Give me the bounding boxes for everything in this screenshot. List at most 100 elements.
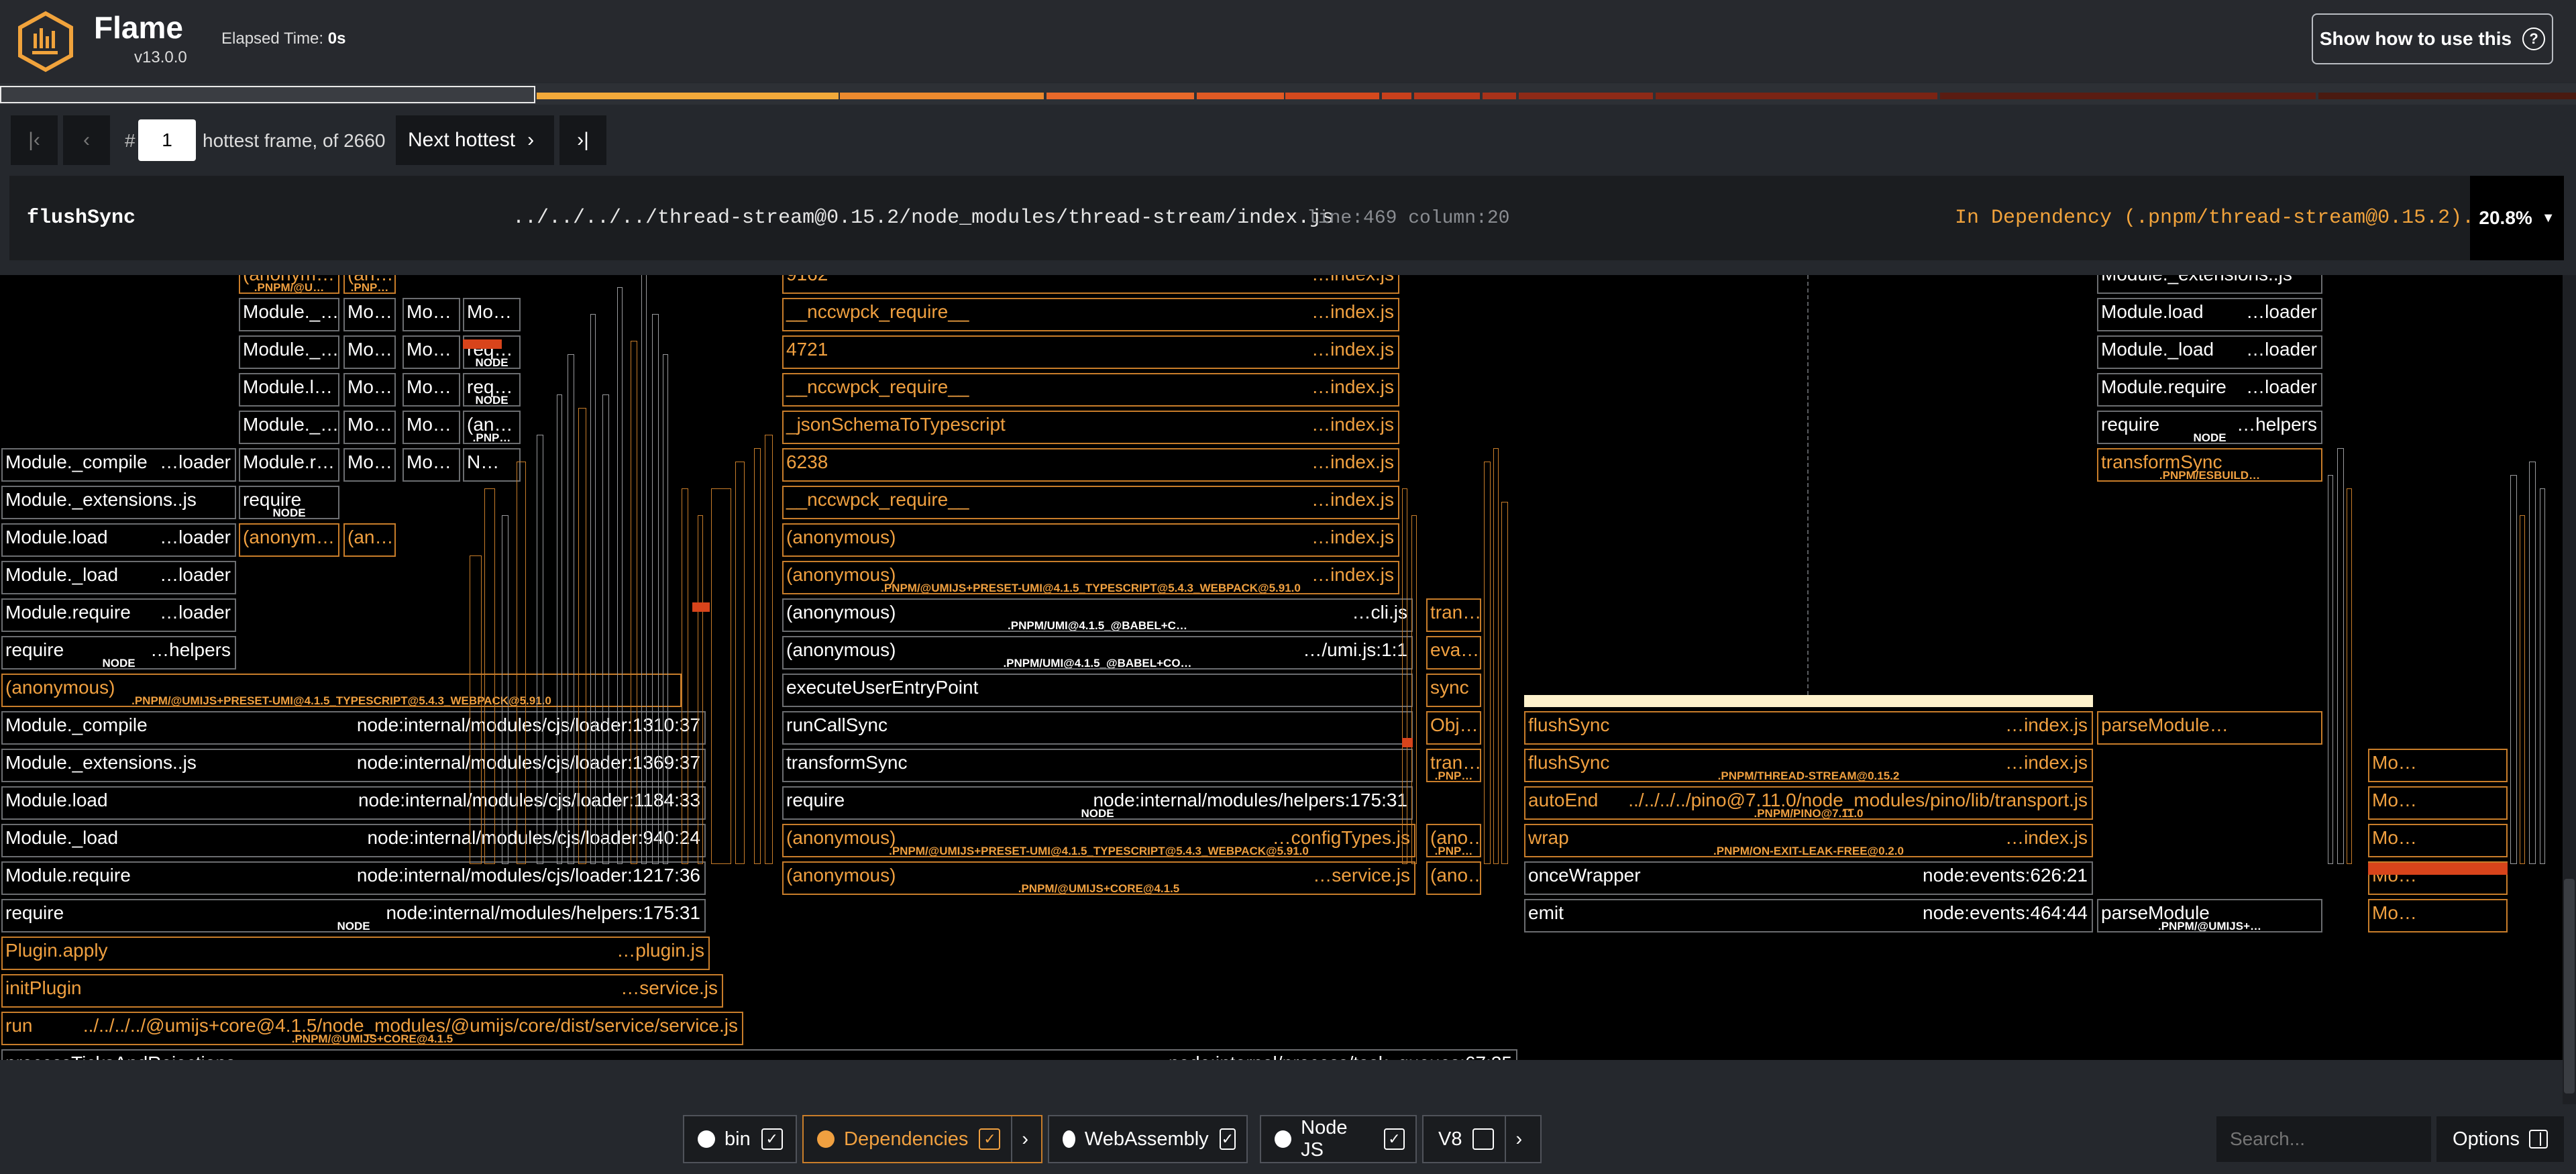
flame-frame[interactable]: Module._extensions..js node:internal/modu… (1, 749, 706, 782)
hotness-viewport-thumb[interactable] (0, 86, 535, 103)
thin-stack-frame[interactable] (2510, 475, 2517, 864)
flame-frame[interactable]: __nccwpck_require__ …index.js (782, 298, 1399, 331)
flame-frame[interactable]: (an….PNP… (343, 275, 396, 294)
flame-frame[interactable]: Mo… (343, 335, 396, 369)
flame-frame[interactable]: onceWrapper node:events:626:21 (1524, 861, 2093, 895)
flame-frame[interactable]: Module._… (239, 411, 339, 444)
flame-frame[interactable]: parseModule… (2097, 711, 2322, 745)
flame-frame[interactable]: Mo… (463, 298, 521, 331)
thin-stack-frame[interactable] (484, 488, 495, 864)
flame-frame[interactable]: (anonymous) …cli.js .PNPM/UMI@4.1.5_@BABEL… (782, 598, 1413, 632)
checkbox-unchecked-icon[interactable] (1472, 1128, 1495, 1150)
thin-stack-frame[interactable] (754, 448, 761, 864)
first-frame-button[interactable]: |‹ (11, 115, 58, 165)
flame-frame[interactable]: (anonymous) …service.js .PNPM/@UMIJS+CORE@… (782, 861, 1415, 895)
flame-frame[interactable]: __nccwpck_require__ …index.js (782, 486, 1399, 519)
thin-stack-frame[interactable] (1493, 448, 1499, 864)
flame-frame[interactable]: sync (1426, 674, 1481, 707)
hot-frame-marker[interactable] (1402, 738, 1413, 747)
flame-frame[interactable]: Mo… (2368, 786, 2508, 820)
flame-frame[interactable]: Mo… (343, 411, 396, 444)
flame-frame[interactable]: Module._… (239, 335, 339, 369)
thin-stack-frame[interactable] (711, 488, 731, 864)
flame-frame[interactable]: transformSync (782, 749, 1413, 782)
flame-frame[interactable]: Mo… (343, 298, 396, 331)
percent-dropdown[interactable]: 20.8% ▼ (2470, 176, 2564, 260)
flame-frame[interactable]: Module._extensions..js (1, 486, 236, 519)
flame-frame[interactable]: Module.load node:internal/modules/cjs/loa… (1, 786, 706, 820)
hotness-strip[interactable] (0, 83, 2576, 105)
filter-webassembly[interactable]: WebAssembly ✓ (1048, 1115, 1248, 1163)
flamegraph-scrollbar[interactable] (2563, 275, 2576, 1104)
flame-frame[interactable]: (anonymous) …configTypes.js .PNPM/@UMIJS+P… (782, 824, 1415, 857)
selected-frame-highlight[interactable] (1524, 695, 2093, 707)
thin-stack-frame[interactable] (1484, 462, 1491, 864)
previous-frame-button[interactable]: ‹ (63, 115, 110, 165)
flame-frame[interactable]: Module._load …loader (1, 561, 236, 594)
thin-stack-frame[interactable] (578, 408, 586, 864)
flame-frame[interactable]: Module.require node:internal/modules/cjs/… (1, 861, 706, 895)
flame-frame[interactable]: (ano… (1426, 861, 1481, 895)
flame-frame[interactable]: runCallSync (782, 711, 1413, 745)
flame-frame[interactable]: __nccwpck_require__ …index.js (782, 373, 1399, 407)
thin-stack-frame[interactable] (517, 462, 526, 864)
thin-stack-frame[interactable] (568, 354, 574, 864)
flame-frame[interactable]: Module._compile node:internal/modules/cjs… (1, 711, 706, 745)
flame-frame[interactable]: wrap …index.js .PNPM/ON-EXIT-LEAK-FREE@0.2… (1524, 824, 2093, 857)
flame-frame[interactable]: autoEnd ../../../../pino@7.11.0/node_modu… (1524, 786, 2093, 820)
thin-stack-frame[interactable] (652, 314, 659, 864)
flame-frame[interactable]: (anonymous) …/umi.js:1:1 .PNPM/UMI@4.1.5_@… (782, 636, 1413, 670)
thin-stack-frame[interactable] (641, 275, 647, 864)
flamegraph[interactable]: Module._load …loader Module.require …loader… (0, 275, 2576, 1060)
last-frame-button[interactable]: ›| (559, 115, 606, 165)
search-input[interactable] (2216, 1116, 2431, 1162)
flame-frame[interactable]: require node:internal/modules/helpers:175… (782, 786, 1413, 820)
thin-stack-frame[interactable] (617, 287, 623, 864)
flame-frame[interactable]: executeUserEntryPoint (782, 674, 1413, 707)
flame-frame[interactable]: tran… .PNP… (1426, 749, 1481, 782)
flame-frame[interactable]: Plugin.apply …plugin.js (1, 937, 710, 970)
checkbox-checked-icon[interactable]: ✓ (979, 1128, 1001, 1150)
flame-frame[interactable]: Module._load node:internal/modules/cjs/lo… (1, 824, 706, 857)
flame-frame[interactable]: Module.load …loader (2097, 298, 2322, 331)
flame-frame[interactable]: Mo… (2368, 749, 2508, 782)
flame-frame[interactable]: require…helpersNODE (1, 636, 236, 670)
options-button[interactable]: Options (2436, 1116, 2564, 1162)
flame-frame[interactable]: Mo… (343, 448, 396, 482)
flame-frame[interactable]: (ano… .PNP… (1426, 824, 1481, 857)
flame-frame[interactable]: Module.load …loader (1, 523, 236, 557)
flame-frame[interactable]: req… NODE (463, 373, 521, 407)
thin-stack-frame[interactable] (765, 435, 773, 864)
chevron-right-icon[interactable]: › (1011, 1116, 1038, 1162)
thin-stack-frame[interactable] (1501, 502, 1508, 864)
flame-frame[interactable]: N… (463, 448, 521, 482)
thin-stack-frame[interactable] (590, 314, 596, 864)
hot-frame-marker[interactable] (463, 339, 502, 349)
thin-stack-frame[interactable] (698, 515, 703, 864)
flame-frame[interactable]: emit node:events:464:44 (1524, 899, 2093, 932)
frame-number-input[interactable]: 1 (138, 119, 196, 161)
thin-stack-frame[interactable] (557, 394, 562, 864)
thin-stack-frame[interactable] (2529, 462, 2536, 864)
thin-stack-frame[interactable] (682, 488, 688, 864)
flame-frame[interactable]: flushSync …index.js .PNPM/THREAD-STREAM@0.… (1524, 749, 2093, 782)
flame-frame[interactable]: (anonymous) …index.js (782, 523, 1399, 557)
hot-frame-marker[interactable] (692, 602, 710, 612)
thin-stack-frame[interactable] (470, 555, 482, 864)
flame-frame[interactable]: (anonym… (239, 523, 339, 557)
thin-stack-frame[interactable] (2337, 448, 2344, 864)
thin-stack-frame[interactable] (1411, 515, 1417, 864)
thin-stack-frame[interactable] (2347, 488, 2352, 864)
thin-stack-frame[interactable] (537, 435, 543, 864)
flame-frame[interactable]: Module._… (239, 298, 339, 331)
flame-frame[interactable]: tran… (1426, 598, 1481, 632)
flame-frame[interactable]: Mo… (2368, 899, 2508, 932)
flame-frame[interactable]: 6238 …index.js (782, 448, 1399, 482)
flame-frame[interactable]: Module.l… (239, 373, 339, 407)
checkbox-checked-icon[interactable]: ✓ (1383, 1128, 1405, 1150)
flame-frame[interactable]: parseModule .PNPM/@UMIJS+… (2097, 899, 2322, 932)
filter-nodejs[interactable]: Node JS ✓ (1260, 1115, 1417, 1163)
flame-frame[interactable]: 4721 …index.js (782, 335, 1399, 369)
flame-frame[interactable]: processTicksAndRejections node:internal/p… (1, 1049, 1517, 1060)
flame-frame[interactable]: Module.require …loader (1, 598, 236, 632)
